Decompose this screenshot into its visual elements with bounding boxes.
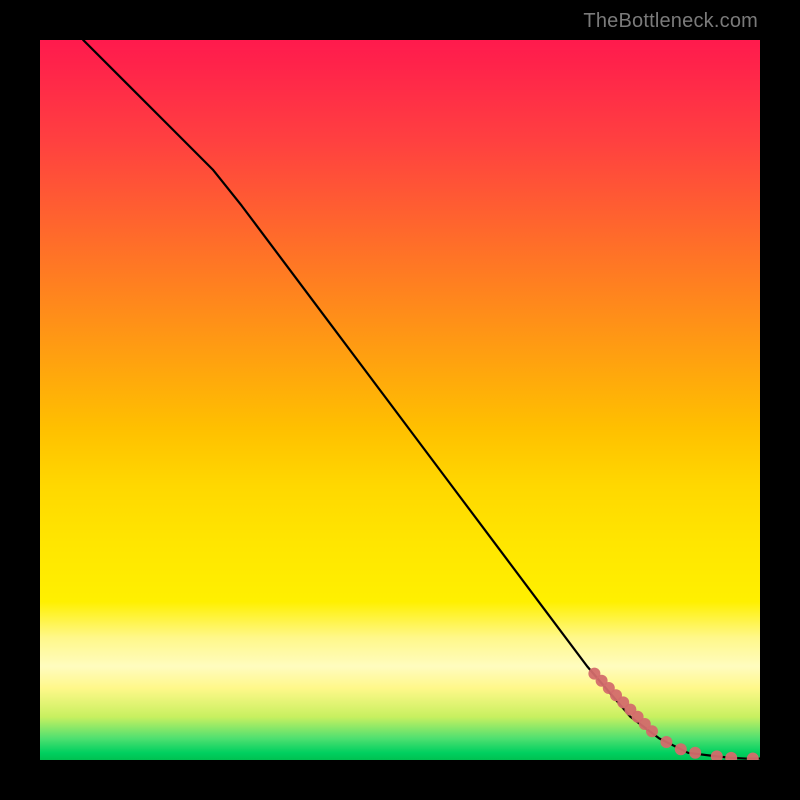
watermark-text: TheBottleneck.com	[583, 10, 758, 33]
curve-line	[83, 40, 760, 759]
chart-frame: TheBottleneck.com	[0, 0, 800, 800]
plot-area	[40, 40, 760, 760]
chart-overlay	[40, 40, 760, 760]
